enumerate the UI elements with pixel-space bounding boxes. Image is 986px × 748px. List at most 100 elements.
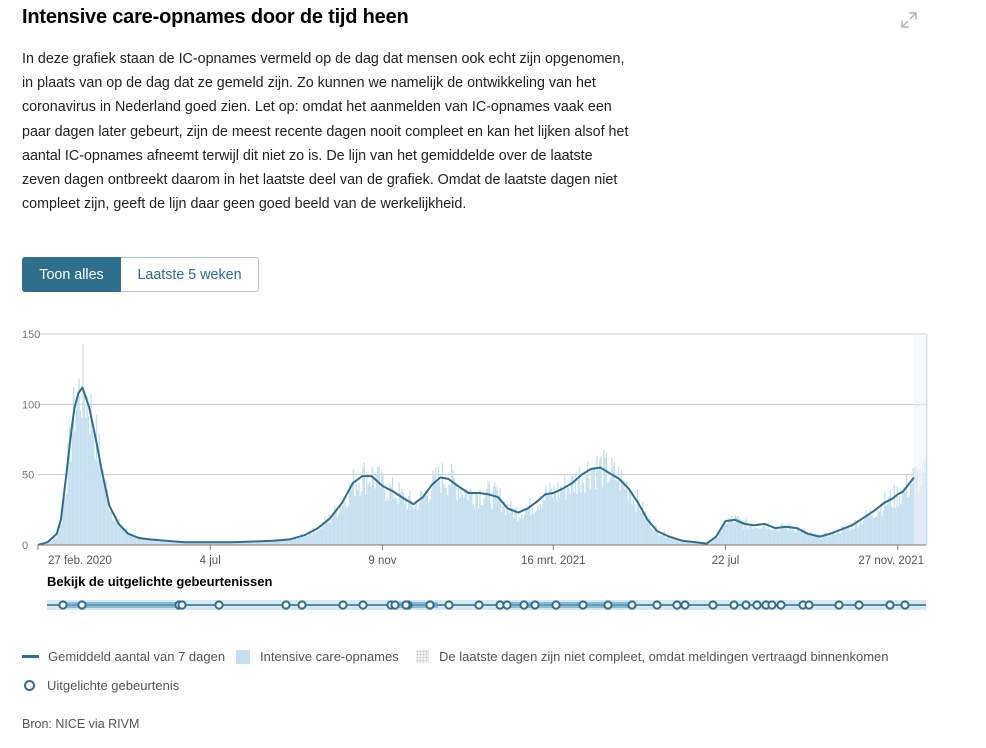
daily-bar: [846, 527, 848, 545]
daily-bar: [760, 528, 762, 545]
daily-bar: [537, 505, 539, 545]
event-marker[interactable]: [358, 600, 368, 610]
daily-bar: [752, 529, 754, 545]
daily-bar: [386, 497, 388, 545]
daily-bar: [399, 492, 402, 545]
daily-bar: [778, 531, 780, 545]
event-marker[interactable]: [578, 600, 588, 610]
event-marker[interactable]: [177, 600, 187, 610]
daily-bar: [673, 538, 675, 545]
event-marker[interactable]: [425, 600, 435, 610]
event-marker[interactable]: [297, 600, 307, 610]
tab-show-all[interactable]: Toon alles: [22, 257, 121, 292]
daily-bar: [457, 487, 460, 545]
daily-bar: [307, 535, 309, 545]
daily-bar: [662, 534, 664, 545]
event-marker[interactable]: [214, 600, 224, 610]
event-marker[interactable]: [652, 600, 662, 610]
event-marker[interactable]: [627, 600, 637, 610]
daily-bar: [370, 486, 372, 545]
daily-bar: [839, 533, 842, 545]
event-marker[interactable]: [77, 600, 87, 610]
daily-bar: [733, 522, 735, 545]
daily-bar: [405, 497, 407, 545]
daily-bar: [819, 538, 822, 545]
event-marker[interactable]: [885, 600, 895, 610]
daily-bar: [487, 481, 489, 545]
event-marker[interactable]: [58, 600, 68, 610]
daily-bar: [577, 480, 579, 545]
daily-bar: [787, 530, 789, 545]
event-marker[interactable]: [338, 600, 348, 610]
daily-bar: [394, 496, 396, 545]
legend-events-label: Uitgelichte gebeurtenis: [47, 678, 180, 693]
daily-bar: [486, 489, 488, 545]
event-marker[interactable]: [776, 600, 786, 610]
daily-bar: [593, 466, 596, 545]
event-marker[interactable]: [444, 600, 454, 610]
event-marker[interactable]: [752, 600, 762, 610]
event-marker[interactable]: [767, 600, 777, 610]
daily-bar: [625, 481, 628, 545]
daily-bar: [315, 533, 317, 545]
daily-bar: [568, 488, 570, 545]
daily-bar: [456, 499, 458, 545]
daily-bar: [406, 509, 408, 545]
tab-last-5-weeks[interactable]: Laatste 5 weken: [121, 257, 259, 292]
event-marker[interactable]: [680, 600, 690, 610]
daily-bar: [636, 488, 639, 545]
event-marker[interactable]: [502, 600, 512, 610]
event-marker[interactable]: [519, 600, 529, 610]
expand-icon[interactable]: [899, 10, 919, 30]
event-marker[interactable]: [672, 600, 682, 610]
event-marker[interactable]: [834, 600, 844, 610]
daily-bar: [765, 528, 768, 545]
daily-bar: [339, 506, 341, 545]
daily-bar: [403, 504, 406, 545]
daily-bar: [717, 537, 719, 545]
daily-bar: [444, 487, 446, 545]
daily-bar: [355, 484, 357, 545]
daily-bar: [508, 513, 511, 545]
event-marker[interactable]: [729, 600, 739, 610]
daily-bar: [358, 483, 360, 545]
event-marker[interactable]: [474, 600, 484, 610]
daily-bar: [393, 498, 395, 545]
daily-bar: [468, 490, 470, 545]
daily-bar: [81, 418, 83, 545]
event-marker[interactable]: [854, 600, 864, 610]
daily-bar: [479, 489, 481, 545]
legend-avg: Gemiddeld aantal van 7 dagen: [22, 649, 225, 664]
event-marker[interactable]: [401, 600, 411, 610]
event-marker[interactable]: [551, 600, 561, 610]
daily-bar: [658, 535, 660, 545]
event-marker[interactable]: [530, 600, 540, 610]
daily-bar: [911, 484, 913, 545]
event-marker[interactable]: [900, 600, 910, 610]
daily-bar: [712, 540, 714, 545]
event-marker[interactable]: [603, 600, 613, 610]
daily-bar: [550, 488, 552, 545]
daily-bar: [621, 479, 624, 545]
x-tick-label: 22 jul: [712, 555, 740, 567]
page-title: Intensive care-opnames door de tijd heen: [22, 6, 409, 28]
chart-gridlines: [38, 333, 926, 476]
event-marker[interactable]: [741, 600, 751, 610]
daily-bar: [87, 416, 90, 545]
daily-bar: [525, 509, 527, 545]
daily-bar: [660, 534, 663, 545]
daily-bar: [804, 533, 807, 545]
daily-bar: [827, 537, 830, 545]
daily-bar: [368, 482, 371, 545]
event-marker[interactable]: [390, 600, 400, 610]
daily-bar: [613, 461, 616, 545]
daily-bar: [795, 531, 797, 545]
daily-bar: [484, 495, 487, 545]
event-marker[interactable]: [804, 600, 814, 610]
daily-bar: [634, 503, 636, 545]
event-marker[interactable]: [708, 600, 718, 610]
daily-bar: [783, 528, 785, 545]
daily-bar: [608, 480, 610, 545]
event-marker[interactable]: [281, 600, 291, 610]
daily-bar: [773, 526, 776, 545]
